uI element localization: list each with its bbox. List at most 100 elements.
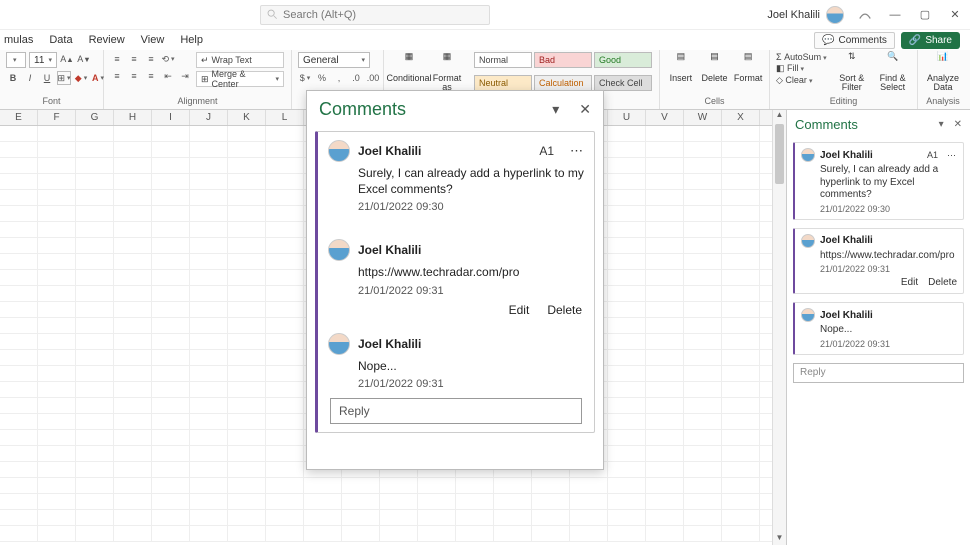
cell[interactable] <box>114 254 152 269</box>
cell[interactable] <box>114 270 152 285</box>
cell[interactable] <box>266 510 304 525</box>
cell[interactable] <box>76 142 114 157</box>
cell[interactable] <box>228 430 266 445</box>
cell[interactable] <box>0 334 38 349</box>
cell[interactable] <box>646 510 684 525</box>
cell[interactable] <box>532 526 570 541</box>
cell[interactable] <box>722 526 760 541</box>
cell[interactable] <box>266 318 304 333</box>
cell[interactable] <box>722 254 760 269</box>
cell[interactable] <box>76 414 114 429</box>
cell[interactable] <box>266 462 304 477</box>
cell[interactable] <box>228 190 266 205</box>
cell[interactable] <box>38 510 76 525</box>
cell[interactable] <box>266 382 304 397</box>
cell[interactable] <box>684 286 722 301</box>
cell[interactable] <box>684 462 722 477</box>
comment-card[interactable]: Joel Khalili A1 ⋯ Surely, I can already … <box>793 142 964 220</box>
cell[interactable] <box>456 494 494 509</box>
cell[interactable] <box>266 526 304 541</box>
cell[interactable] <box>114 478 152 493</box>
tab-data[interactable]: Data <box>49 34 72 46</box>
cell[interactable] <box>266 222 304 237</box>
indent-dec-icon[interactable]: ⇤ <box>161 69 175 83</box>
cell[interactable] <box>38 302 76 317</box>
column-header[interactable]: I <box>152 110 190 125</box>
cell[interactable] <box>190 206 228 221</box>
cell[interactable] <box>190 302 228 317</box>
cell[interactable] <box>418 510 456 525</box>
cell[interactable] <box>76 510 114 525</box>
cell[interactable] <box>608 478 646 493</box>
delete-link[interactable]: Delete <box>928 277 957 288</box>
cell[interactable] <box>228 366 266 381</box>
pane-close-icon[interactable]: ✕ <box>954 119 962 130</box>
cell[interactable] <box>266 446 304 461</box>
cell[interactable] <box>152 510 190 525</box>
cell[interactable] <box>114 494 152 509</box>
cell[interactable] <box>266 398 304 413</box>
cell[interactable] <box>418 526 456 541</box>
cell[interactable] <box>76 430 114 445</box>
cell[interactable] <box>76 270 114 285</box>
cell[interactable] <box>608 318 646 333</box>
cell[interactable] <box>190 526 228 541</box>
cell[interactable] <box>570 478 608 493</box>
cell[interactable] <box>684 366 722 381</box>
cell[interactable] <box>722 238 760 253</box>
cell[interactable] <box>266 478 304 493</box>
cell[interactable] <box>646 238 684 253</box>
cell[interactable] <box>646 526 684 541</box>
cell[interactable] <box>228 302 266 317</box>
format-cells-button[interactable]: ▤Format <box>733 52 763 83</box>
cell[interactable] <box>114 318 152 333</box>
cell[interactable] <box>684 510 722 525</box>
cell[interactable] <box>76 478 114 493</box>
cell[interactable] <box>646 222 684 237</box>
cell[interactable] <box>608 510 646 525</box>
column-header[interactable]: K <box>228 110 266 125</box>
cell[interactable] <box>152 526 190 541</box>
tab-formulas[interactable]: mulas <box>4 34 33 46</box>
cell[interactable] <box>646 398 684 413</box>
comment-more-icon[interactable]: ⋯ <box>570 143 584 159</box>
cell[interactable] <box>266 302 304 317</box>
style-calculation[interactable]: Calculation <box>534 75 592 91</box>
conditional-formatting-button[interactable]: ▦Conditional <box>390 52 428 83</box>
cell[interactable] <box>0 398 38 413</box>
format-as-table-button[interactable]: ▦Format as <box>432 52 462 93</box>
cell[interactable] <box>646 430 684 445</box>
cell[interactable] <box>190 190 228 205</box>
column-header[interactable]: W <box>684 110 722 125</box>
cell[interactable] <box>190 478 228 493</box>
orientation-icon[interactable]: ⟲ <box>161 52 175 66</box>
cell[interactable] <box>0 238 38 253</box>
close-button[interactable]: ✕ <box>940 0 970 30</box>
cell[interactable] <box>114 366 152 381</box>
cell[interactable] <box>152 126 190 141</box>
cell[interactable] <box>76 126 114 141</box>
cell[interactable] <box>684 478 722 493</box>
cell[interactable] <box>114 238 152 253</box>
cell[interactable] <box>266 286 304 301</box>
cell[interactable] <box>0 414 38 429</box>
cell[interactable] <box>722 206 760 221</box>
cell[interactable] <box>722 382 760 397</box>
cell[interactable] <box>114 142 152 157</box>
cell[interactable] <box>114 334 152 349</box>
style-good[interactable]: Good <box>594 52 652 68</box>
edit-link[interactable]: Edit <box>509 303 530 317</box>
cell[interactable] <box>722 446 760 461</box>
cell[interactable] <box>608 222 646 237</box>
cell[interactable] <box>646 174 684 189</box>
column-header[interactable]: G <box>76 110 114 125</box>
cell[interactable] <box>114 206 152 221</box>
cell[interactable] <box>190 398 228 413</box>
cell[interactable] <box>684 190 722 205</box>
bold-icon[interactable]: B <box>6 71 20 85</box>
sort-filter-button[interactable]: ⇅Sort & Filter <box>833 52 870 93</box>
cell[interactable] <box>114 126 152 141</box>
cell[interactable] <box>38 350 76 365</box>
cell[interactable] <box>76 190 114 205</box>
cell[interactable] <box>152 174 190 189</box>
